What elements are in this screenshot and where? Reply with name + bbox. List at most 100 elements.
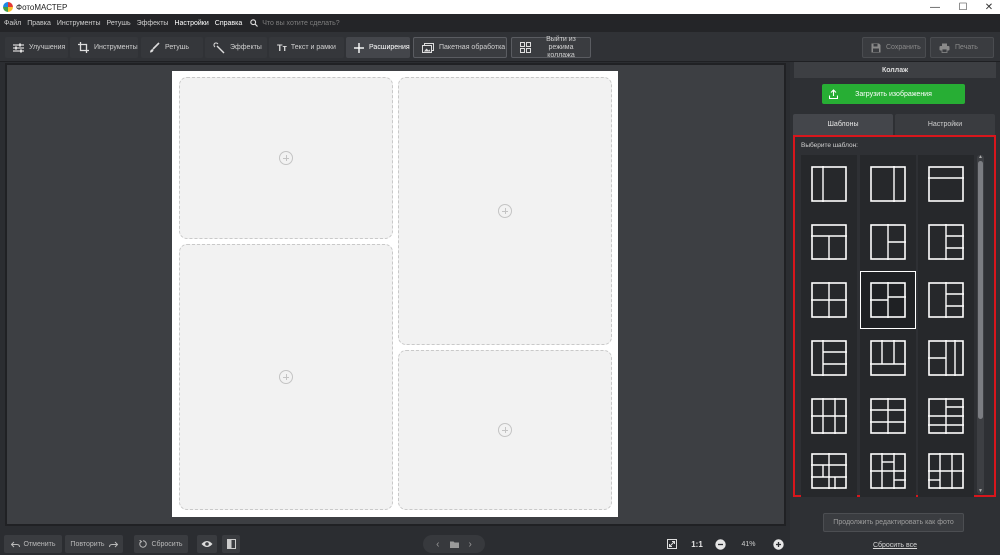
menu-search[interactable]: Что вы хотите сделать? xyxy=(250,19,340,27)
choose-template-label: Выберите шаблон: xyxy=(801,142,858,149)
folder-icon[interactable] xyxy=(449,541,459,548)
scroll-down-icon[interactable]: ▼ xyxy=(978,489,983,494)
menu-help[interactable]: Справка xyxy=(211,20,244,27)
collage-template-8[interactable] xyxy=(860,271,916,329)
continue-as-photo-button[interactable]: Продолжить редактировать как фото xyxy=(823,513,964,532)
scroll-up-icon[interactable]: ▲ xyxy=(978,155,983,160)
reset-button[interactable]: Сбросить xyxy=(134,535,188,553)
reset-icon xyxy=(139,540,148,548)
upload-images-button[interactable]: Загрузить изображения xyxy=(822,84,965,104)
collage-template-9[interactable] xyxy=(918,271,974,329)
exit-collage-button[interactable]: Выйти из режима коллажа xyxy=(511,35,591,59)
menu-settings[interactable]: Настройки xyxy=(170,20,210,27)
template-layout-icon xyxy=(870,453,906,489)
collage-template-11[interactable] xyxy=(860,329,916,387)
undo-label: Отменить xyxy=(23,540,56,548)
template-layout-icon xyxy=(928,453,964,489)
save-button[interactable]: Сохранить xyxy=(862,37,926,58)
template-layout-icon xyxy=(811,340,847,376)
template-layout-icon xyxy=(928,282,964,318)
zoom-level[interactable]: 41% xyxy=(731,535,766,553)
collage-template-3[interactable] xyxy=(918,155,974,213)
template-layout-icon xyxy=(870,166,906,202)
zoom-out-button[interactable] xyxy=(713,535,727,553)
collage-template-2[interactable] xyxy=(860,155,916,213)
extensions-label: Расширения xyxy=(369,44,410,51)
collage-page xyxy=(172,71,618,517)
template-layout-icon xyxy=(811,224,847,260)
photo-slot-1[interactable] xyxy=(179,77,393,239)
template-layout-icon xyxy=(870,282,906,318)
collage-template-17[interactable] xyxy=(860,445,916,497)
maximize-button[interactable]: ☐ xyxy=(950,0,976,14)
collage-template-18[interactable] xyxy=(918,445,974,497)
previous-image-button[interactable]: ‹ xyxy=(436,539,439,550)
menu-file[interactable]: Файл xyxy=(0,20,23,27)
collage-template-6[interactable] xyxy=(918,213,974,271)
zoom-in-button[interactable] xyxy=(771,535,785,553)
exit-collage-label: Выйти из режима коллажа xyxy=(546,35,576,59)
collage-template-5[interactable] xyxy=(860,213,916,271)
template-layout-icon xyxy=(811,453,847,489)
tab-templates[interactable]: Шаблоны xyxy=(793,114,893,135)
collage-template-12[interactable] xyxy=(918,329,974,387)
collage-template-7[interactable] xyxy=(801,271,857,329)
extensions-button[interactable]: Расширения xyxy=(346,37,410,58)
tools-button[interactable]: Инструменты xyxy=(70,37,138,58)
add-photo-icon[interactable] xyxy=(279,370,293,384)
search-placeholder: Что вы хотите сделать? xyxy=(262,19,340,27)
minimize-button[interactable]: — xyxy=(922,0,948,14)
redo-button[interactable]: Повторить xyxy=(65,535,123,553)
menu-tools[interactable]: Инструменты xyxy=(53,20,103,27)
panel-title: Коллаж xyxy=(794,62,996,78)
bottom-bar: Отменить Повторить Сбросить ‹ › 1:1 41% xyxy=(0,531,790,555)
next-image-button[interactable]: › xyxy=(469,539,472,550)
reset-all-link[interactable]: Сбросить все xyxy=(790,542,1000,549)
compare-button[interactable] xyxy=(222,535,240,553)
add-photo-icon[interactable] xyxy=(498,423,512,437)
collage-template-1[interactable] xyxy=(801,155,857,213)
template-scrollbar[interactable]: ▲ ▼ xyxy=(977,155,984,494)
reset-label: Сбросить xyxy=(151,540,183,548)
fit-screen-button[interactable] xyxy=(664,535,680,553)
brush-icon xyxy=(150,42,160,53)
close-button[interactable]: ✕ xyxy=(976,0,1000,14)
image-navigator: ‹ › xyxy=(423,535,485,553)
collage-template-4[interactable] xyxy=(801,213,857,271)
menu-edit[interactable]: Правка xyxy=(23,20,53,27)
batch-images-icon xyxy=(422,42,434,53)
toolbar: Улучшения Инструменты Ретушь Эффекты Tт … xyxy=(0,32,1000,62)
actual-size-button[interactable]: 1:1 xyxy=(686,535,708,553)
template-layout-icon xyxy=(928,166,964,202)
preview-button[interactable] xyxy=(197,535,217,553)
template-layout-icon xyxy=(870,224,906,260)
photo-slot-4[interactable] xyxy=(398,350,612,510)
collage-template-10[interactable] xyxy=(801,329,857,387)
collage-template-16[interactable] xyxy=(801,445,857,497)
text-frames-button[interactable]: Tт Текст и рамки xyxy=(269,37,344,58)
undo-button[interactable]: Отменить xyxy=(4,535,62,553)
menu-retouch[interactable]: Ретушь xyxy=(103,20,133,27)
title-bar: ФотоМАСТЕР — ☐ ✕ xyxy=(0,0,1000,14)
enhance-button[interactable]: Улучшения xyxy=(5,37,68,58)
retouch-label: Ретушь xyxy=(165,44,190,51)
collage-template-14[interactable] xyxy=(860,387,916,445)
effects-button[interactable]: Эффекты xyxy=(205,37,267,58)
save-disk-icon xyxy=(871,43,881,52)
collage-template-13[interactable] xyxy=(801,387,857,445)
batch-processing-button[interactable]: Пакетная обработка xyxy=(413,37,507,58)
menu-effects[interactable]: Эффекты xyxy=(133,20,171,27)
photo-slot-2[interactable] xyxy=(179,244,393,510)
retouch-button[interactable]: Ретушь xyxy=(141,37,203,58)
enhance-label: Улучшения xyxy=(29,44,66,51)
add-photo-icon[interactable] xyxy=(279,151,293,165)
collage-template-15[interactable] xyxy=(918,387,974,445)
scrollbar-thumb[interactable] xyxy=(978,161,983,419)
photo-slot-3[interactable] xyxy=(398,77,612,345)
crop-icon xyxy=(78,42,89,53)
print-button[interactable]: Печать xyxy=(930,37,994,58)
template-layout-icon xyxy=(928,340,964,376)
menu-bar: Файл Правка Инструменты Ретушь Эффекты Н… xyxy=(0,14,1000,32)
tab-settings[interactable]: Настройки xyxy=(895,114,995,135)
add-photo-icon[interactable] xyxy=(498,204,512,218)
